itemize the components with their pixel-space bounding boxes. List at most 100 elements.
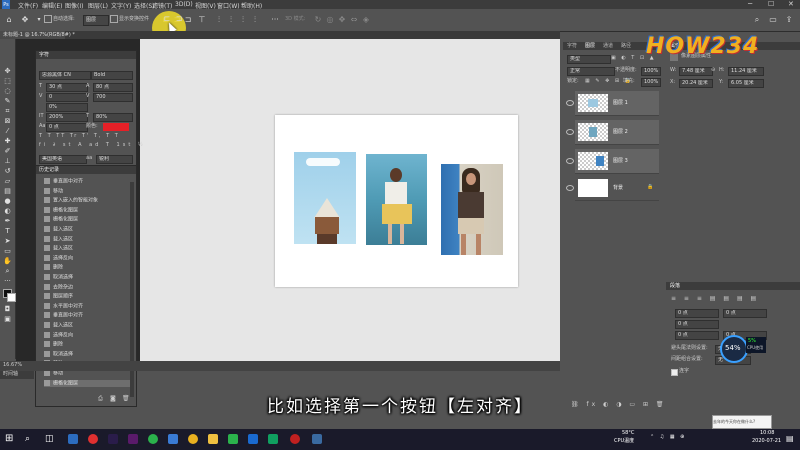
history-item[interactable]: 栅格化图层 xyxy=(44,379,132,387)
eraser-tool-icon[interactable]: ▱ xyxy=(2,177,13,185)
history-item[interactable]: 选择反向 xyxy=(44,254,132,262)
photoshop-app-icon[interactable] xyxy=(68,434,78,444)
eye-icon[interactable] xyxy=(566,100,574,106)
indent-right-field[interactable]: 0 点 xyxy=(723,309,767,318)
more-tools-icon[interactable]: ··· xyxy=(2,277,13,285)
space-before-field[interactable]: 0 点 xyxy=(675,331,719,340)
layer-name[interactable]: 图层 1 xyxy=(613,99,628,106)
maximize-icon[interactable]: ☐ xyxy=(768,0,774,8)
width-field[interactable]: 7.48 厘米 xyxy=(679,67,713,76)
layer-kind-filter[interactable]: 类型 xyxy=(567,55,611,64)
background-color-swatch[interactable] xyxy=(7,293,16,302)
language-select[interactable]: 美国英语 xyxy=(39,155,87,164)
camera-icon[interactable]: ◙ xyxy=(110,395,116,402)
history-item[interactable]: 移动 xyxy=(44,370,132,377)
quick-mask-icon[interactable]: ◘ xyxy=(2,305,13,313)
shape-tool-icon[interactable]: ▭ xyxy=(2,247,13,255)
gradient-tool-icon[interactable]: ▤ xyxy=(2,187,13,195)
leading-field[interactable]: 80 点 xyxy=(93,83,133,92)
app-blue-icon[interactable] xyxy=(168,434,178,444)
document-tab[interactable]: 未标题-1 @ 16.7%(RGB/8#) * xyxy=(0,31,75,39)
layer-row-1[interactable]: 图层 1 xyxy=(566,91,659,116)
screen-mode-icon[interactable]: ▣ xyxy=(2,315,13,323)
stamp-tool-icon[interactable]: ⊥ xyxy=(2,157,13,165)
history-item[interactable]: 载入选区 xyxy=(44,245,132,252)
history-item[interactable]: 移动 xyxy=(44,187,132,195)
layer-name[interactable]: 图层 3 xyxy=(613,157,628,164)
app-red-icon[interactable] xyxy=(88,434,98,444)
notice-popup[interactable]: 去年的今天你在做什么? xyxy=(712,415,772,429)
hand-tool-icon[interactable]: ✋ xyxy=(2,257,13,265)
tracking-field[interactable]: 700 xyxy=(93,93,133,102)
history-item[interactable]: 栅格化图层 xyxy=(44,206,132,214)
windows-start-icon[interactable]: ⊞ xyxy=(5,434,15,444)
history-item[interactable]: 水平居中对齐 xyxy=(44,302,132,310)
recorder-app-icon[interactable] xyxy=(290,434,300,444)
history-item[interactable]: 载入选区 xyxy=(44,322,132,329)
height-field[interactable]: 11.24 厘米 xyxy=(728,67,764,76)
3d-rotate-icon[interactable]: ↻ xyxy=(313,15,323,25)
history-item[interactable]: 删除 xyxy=(44,264,132,271)
history-item[interactable]: 选择反向 xyxy=(44,331,132,339)
path-select-tool-icon[interactable]: ➤ xyxy=(2,237,13,245)
auto-select-dropdown[interactable]: 图层 xyxy=(83,15,109,26)
premiere-app-icon[interactable] xyxy=(108,434,118,444)
search-icon[interactable]: ⌕ xyxy=(752,15,762,25)
layer-name[interactable]: 背景 xyxy=(613,184,623,191)
layer-row-3[interactable]: 图层 3 xyxy=(566,149,659,174)
eye-icon[interactable] xyxy=(566,129,574,135)
wechat-app-icon[interactable] xyxy=(228,434,238,444)
brush-tool-icon[interactable]: ✐ xyxy=(2,147,13,155)
close-icon[interactable]: ✕ xyxy=(788,0,794,8)
photo-girl-yellow[interactable] xyxy=(366,154,427,245)
quick-select-tool-icon[interactable]: ✎ xyxy=(2,97,13,105)
lasso-tool-icon[interactable]: ◌ xyxy=(2,87,13,95)
distribute-bottom-icon[interactable]: ⫶ xyxy=(238,15,248,25)
menu-3d[interactable]: 3D(D) xyxy=(175,1,193,8)
tray-icons[interactable]: ⌃ ♫ ▦ ⊕ xyxy=(650,434,686,441)
distribute-vcenter-icon[interactable]: ⫶ xyxy=(226,15,236,25)
y-field[interactable]: 6.05 厘米 xyxy=(728,79,764,88)
notification-icon[interactable]: ▤ xyxy=(786,434,796,444)
app-teal-icon[interactable] xyxy=(268,434,278,444)
trash-icon[interactable]: 🗑 xyxy=(122,395,130,402)
frame-tool-icon[interactable]: ⊠ xyxy=(2,117,13,125)
history-item[interactable]: 删除 xyxy=(44,341,132,348)
eye-icon[interactable] xyxy=(566,158,574,164)
align-top-icon[interactable]: ⊤ xyxy=(197,15,207,25)
new-snapshot-icon[interactable]: ⎙ xyxy=(98,395,103,402)
app-misc-icon[interactable] xyxy=(312,434,322,444)
more-options-icon[interactable]: ··· xyxy=(270,15,280,25)
3d-scale-icon[interactable]: ◈ xyxy=(361,15,371,25)
history-item[interactable]: 取消选择 xyxy=(44,274,132,281)
clock-date[interactable]: 2020-07-21 xyxy=(752,438,781,445)
history-panel-tab[interactable]: 历史记录 xyxy=(39,166,59,174)
x-field[interactable]: 20.24 厘米 xyxy=(679,79,713,88)
marquee-tool-icon[interactable]: ⬚ xyxy=(2,77,13,85)
folder-app-icon[interactable] xyxy=(208,434,218,444)
auto-select-checkbox[interactable] xyxy=(44,15,52,23)
task-view-icon[interactable]: ◫ xyxy=(45,434,55,444)
distribute-left-icon[interactable]: ⫶ xyxy=(250,15,260,25)
share-icon[interactable]: ⇪ xyxy=(784,15,794,25)
font-size-field[interactable]: 30 点 xyxy=(46,83,88,92)
tab-channels[interactable]: 通道 xyxy=(603,42,613,50)
text-style-buttons[interactable]: T T TT Tr T' T, T T xyxy=(39,133,120,140)
history-item[interactable]: 栅格化图层 xyxy=(44,216,132,223)
align-vcenter-highlighted-icon[interactable]: ⊐ xyxy=(174,14,184,24)
3d-roll-icon[interactable]: ◎ xyxy=(325,15,335,25)
layer-row-2[interactable]: 图层 2 xyxy=(566,120,659,145)
character-panel-tab[interactable]: 字符 xyxy=(39,51,49,59)
photo-woman-brown[interactable] xyxy=(441,164,503,255)
font-family-select[interactable]: 思源黑体 CN xyxy=(39,71,91,80)
clock-time[interactable]: 10:08 xyxy=(760,430,774,437)
history-item[interactable]: 取消选择 xyxy=(44,350,132,358)
kerning-field[interactable]: 0 xyxy=(46,93,88,102)
app-blue2-icon[interactable] xyxy=(248,434,258,444)
horizontal-scale-field[interactable]: 80% xyxy=(93,113,133,122)
after-effects-app-icon[interactable] xyxy=(128,434,138,444)
opacity-field[interactable]: 100% xyxy=(641,67,661,76)
history-item[interactable]: 垂直居中对齐 xyxy=(44,178,132,185)
antialias-select[interactable]: 锐利 xyxy=(96,155,133,164)
layer-row-background[interactable]: 背景 🔒 xyxy=(566,176,659,201)
